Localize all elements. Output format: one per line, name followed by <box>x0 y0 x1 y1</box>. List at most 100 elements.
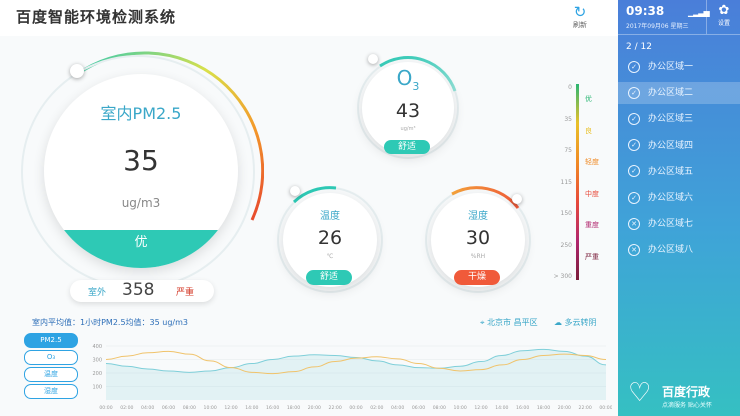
temperature-level-badge: 舒适 <box>306 270 352 285</box>
check-circle-icon: ✓ <box>628 86 640 99</box>
x-tick-label: 18:00 <box>537 405 550 411</box>
x-tick-label: 14:00 <box>495 405 508 411</box>
humidity-value: 30 <box>465 227 491 249</box>
o3-value: 43 <box>395 100 421 122</box>
pm25-unit: ug/m3 <box>121 196 161 210</box>
temperature-knob[interactable] <box>290 186 300 196</box>
sidebar-item-label: 办公区域一 <box>648 62 694 72</box>
scale-number: 35 <box>564 115 572 123</box>
x-tick-label: 14:00 <box>245 405 258 411</box>
refresh-button[interactable]: ↻ 刷新 <box>566 4 594 30</box>
sidebar-item-label: 办公区域二 <box>648 88 694 99</box>
x-tick-label: 16:00 <box>266 405 279 411</box>
scale-level-label: 重度 <box>585 221 599 229</box>
check-circle-icon: ✓ <box>628 60 640 73</box>
trend-chart: 400 300 200 100 00:00 02:00 04:00 06:00 08:00 10:… <box>92 344 612 411</box>
brand-heart-icon: ♡ <box>628 378 652 408</box>
humidity-knob[interactable] <box>512 194 522 204</box>
sidebar-item-label: 办公区域五 <box>648 166 694 177</box>
temperature-unit: ℃ <box>326 253 334 260</box>
chart-tab-pm25[interactable]: PM2.5 <box>24 333 78 348</box>
settings-button[interactable]: ✿ 设置 <box>706 0 740 34</box>
x-tick-label: 18:00 <box>287 405 300 411</box>
x-tick-label: 00:00 <box>349 405 362 411</box>
sidebar-item-area-3[interactable]: ✓ 办公区域三 <box>618 108 740 130</box>
x-tick-label: 06:00 <box>412 405 425 411</box>
page-indicator: 2 / 12 <box>626 42 652 52</box>
sidebar-item-area-2[interactable]: ✓ 办公区域二 <box>618 82 740 105</box>
level-scale-bar <box>576 84 579 280</box>
humidity-label: 湿度 <box>468 211 488 222</box>
x-tick-label: 10:00 <box>454 405 467 411</box>
weather: ☁ 多云转阴 <box>554 317 597 328</box>
settings-label: 设置 <box>717 20 730 27</box>
scale-level-label: 良 <box>585 126 592 135</box>
location[interactable]: ⌖ 北京市 昌平区 <box>480 317 538 328</box>
sidebar-item-area-8[interactable]: ✕ 办公区域八 <box>618 239 740 261</box>
humidity-unit: %RH <box>470 253 486 260</box>
clock-date: 2017年09月06 星期三 <box>626 23 689 30</box>
x-tick-label: 04:00 <box>391 405 404 411</box>
x-tick-label: 20:00 <box>558 405 571 411</box>
scale-number: 150 <box>560 210 572 217</box>
weather-text: 多云转阴 <box>564 318 597 327</box>
x-circle-icon: ✕ <box>628 243 640 256</box>
pm25-gauge: 室内PM2.5 35 ug/m3 优 <box>44 74 238 268</box>
scale-number: 115 <box>560 178 572 186</box>
refresh-icon: ↻ <box>573 3 587 21</box>
sidebar-item-area-7[interactable]: ✕ 办公区域七 <box>618 213 740 235</box>
y-tick-label: 100 <box>92 385 102 391</box>
chart-tab-humidity[interactable]: 湿度 <box>24 384 78 399</box>
check-circle-icon: ✓ <box>628 191 640 204</box>
x-tick-label: 20:00 <box>308 405 321 411</box>
sidebar-item-area-5[interactable]: ✓ 办公区域五 <box>618 161 740 183</box>
sidebar-item-area-6[interactable]: ✓ 办公区域六 <box>618 187 740 209</box>
x-tick-label: 02:00 <box>120 405 133 411</box>
sidebar-item-label: 办公区域六 <box>648 193 694 203</box>
x-tick-label: 22:00 <box>329 405 342 411</box>
chart-tab-temperature[interactable]: 温度 <box>24 367 78 382</box>
sidebar-item-label: 办公区域八 <box>648 245 694 256</box>
temperature-label: 温度 <box>320 211 340 222</box>
pm25-label: 室内PM2.5 <box>100 104 182 123</box>
o3-label: O3 <box>396 66 420 93</box>
sidebar-item-label: 办公区域三 <box>648 114 694 125</box>
check-circle-icon: ✓ <box>628 165 640 178</box>
scale-number: > 300 <box>553 273 572 280</box>
brand-slogan: 点滴服务 贴心关怀 <box>662 402 712 409</box>
o3-knob[interactable] <box>368 54 378 64</box>
x-tick-label: 22:00 <box>579 405 592 411</box>
sidebar-item-area-4[interactable]: ✓ 办公区域四 <box>618 135 740 157</box>
cloud-icon: ☁ <box>554 318 562 327</box>
outdoor-level: 严重 <box>176 288 195 298</box>
app-title: 百度智能环境检测系统 <box>16 8 177 26</box>
refresh-label: 刷新 <box>573 21 587 29</box>
chart-tab-o3[interactable]: O₃ <box>24 350 78 365</box>
location-text: 北京市 昌平区 <box>487 318 538 327</box>
humidity-level-badge: 干燥 <box>454 270 500 285</box>
pm25-value: 35 <box>123 144 159 177</box>
temperature-value: 26 <box>317 227 343 249</box>
x-tick-label: 12:00 <box>224 405 237 411</box>
y-tick-label: 200 <box>92 371 102 377</box>
outdoor-label: 室外 <box>88 288 107 298</box>
pm25-knob[interactable] <box>70 64 84 78</box>
x-circle-icon: ✕ <box>628 217 640 230</box>
clock-time: 09:38 <box>626 4 665 18</box>
outdoor-pill: 室外 358 严重 <box>70 280 214 302</box>
x-tick-label: 12:00 <box>474 405 487 411</box>
gear-icon: ✿ <box>718 3 730 18</box>
x-tick-label: 10:00 <box>204 405 217 411</box>
y-tick-label: 300 <box>92 358 102 364</box>
x-tick-label: 06:00 <box>162 405 175 411</box>
pm25-level-badge: 优 <box>44 230 238 268</box>
brand-name: 百度行政 <box>662 385 711 399</box>
sidebar-item-label: 办公区域七 <box>648 219 694 230</box>
scale-level-label: 中度 <box>585 189 599 198</box>
sidebar-item-area-1[interactable]: ✓ 办公区域一 <box>618 56 740 78</box>
x-tick-label: 08:00 <box>433 405 446 411</box>
scale-number: 250 <box>560 241 572 249</box>
o3-unit: ug/m³ <box>400 126 416 132</box>
series-area <box>106 349 606 400</box>
scale-level-label: 严重 <box>585 252 599 261</box>
